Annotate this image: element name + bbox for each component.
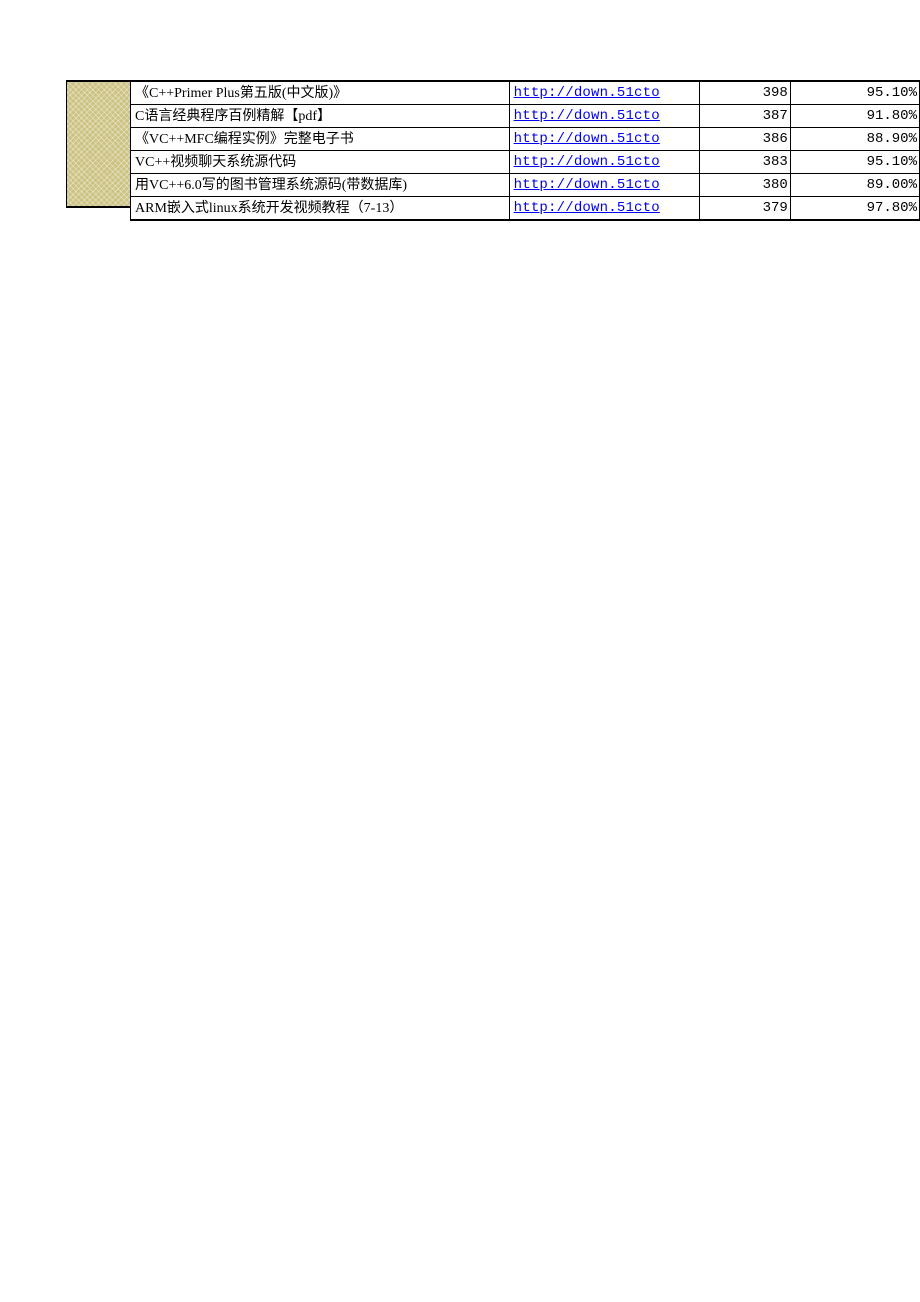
table-row: ARM嵌入式linux系统开发视频教程（7-13）http://down.51c… [131,197,920,221]
resource-title: 用VC++6.0写的图书管理系统源码(带数据库) [131,174,510,197]
download-count: 380 [700,174,791,197]
table-row: 《C++Primer Plus第五版(中文版)》http://down.51ct… [131,81,920,105]
table-row: 用VC++6.0写的图书管理系统源码(带数据库)http://down.51ct… [131,174,920,197]
resource-title: 《VC++MFC编程实例》完整电子书 [131,128,510,151]
table-row: VC++视频聊天系统源代码http://down.51cto 38395.10% [131,151,920,174]
percent-value: 95.10% [790,151,919,174]
resource-link-cell: http://down.51cto [509,151,699,174]
resource-link[interactable]: http://down.51cto [514,131,660,147]
resource-link[interactable]: http://down.51cto [514,108,660,124]
resource-link-cell: http://down.51cto [509,128,699,151]
resource-title: ARM嵌入式linux系统开发视频教程（7-13） [131,197,510,221]
resource-title: 《C++Primer Plus第五版(中文版)》 [131,81,510,105]
resource-link-cell: http://down.51cto [509,105,699,128]
download-count: 387 [700,105,791,128]
resource-link[interactable]: http://down.51cto [514,85,660,101]
resource-title: VC++视频聊天系统源代码 [131,151,510,174]
left-pattern-column [66,80,130,208]
percent-value: 89.00% [790,174,919,197]
percent-value: 91.80% [790,105,919,128]
resource-link-cell: http://down.51cto [509,174,699,197]
download-count: 398 [700,81,791,105]
download-count: 386 [700,128,791,151]
resource-link-cell: http://down.51cto [509,81,699,105]
table-row: C语言经典程序百例精解【pdf】http://down.51cto 38791.8… [131,105,920,128]
resource-link[interactable]: http://down.51cto [514,177,660,193]
table-row: 《VC++MFC编程实例》完整电子书http://down.51cto 38688… [131,128,920,151]
percent-value: 95.10% [790,81,919,105]
downloads-table: 《C++Primer Plus第五版(中文版)》http://down.51ct… [130,80,920,221]
resource-title: C语言经典程序百例精解【pdf】 [131,105,510,128]
resource-link-cell: http://down.51cto [509,197,699,221]
resource-link[interactable]: http://down.51cto [514,154,660,170]
percent-value: 88.90% [790,128,919,151]
resource-link[interactable]: http://down.51cto [514,200,660,216]
percent-value: 97.80% [790,197,919,221]
download-count: 379 [700,197,791,221]
download-count: 383 [700,151,791,174]
